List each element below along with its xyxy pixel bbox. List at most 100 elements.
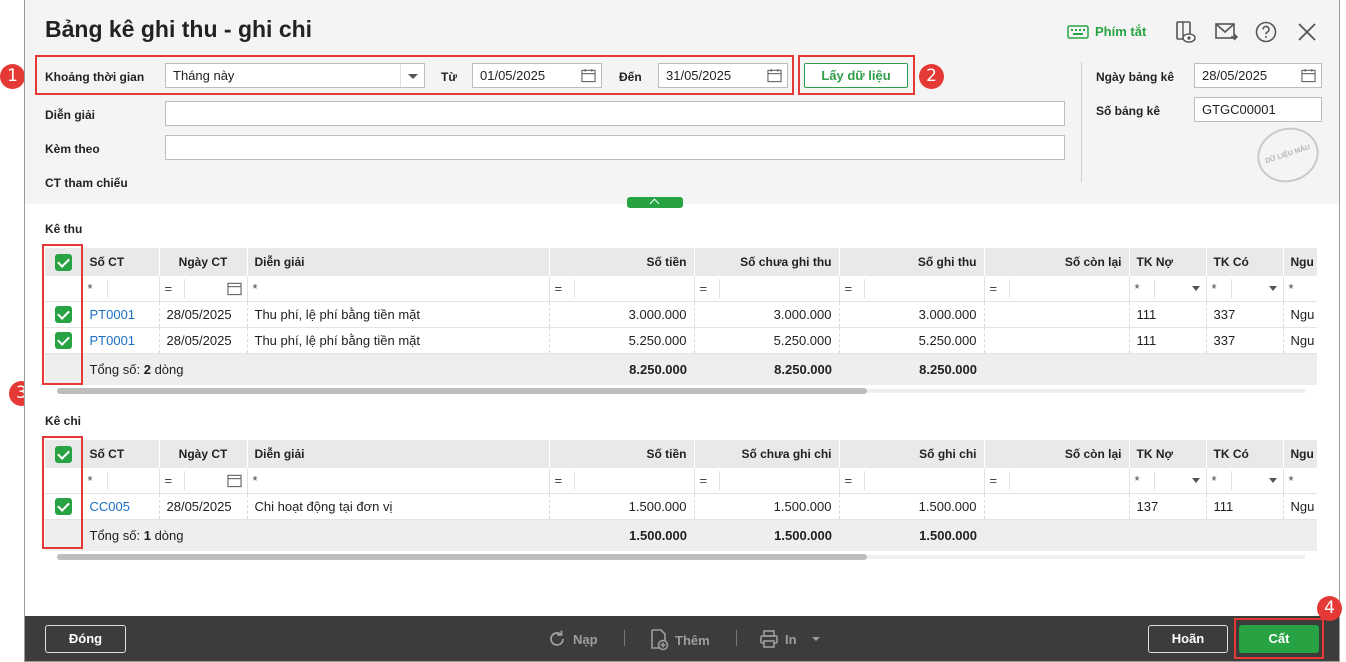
cell xyxy=(984,493,1130,520)
sample-data-stamp: DỮ LIỆU MẪU xyxy=(1250,119,1326,191)
cell: Thu phí, lệ phí bằng tiền mặt xyxy=(247,301,550,328)
cell: 1.500.000 xyxy=(549,493,695,520)
filter-input[interactable]: * xyxy=(82,468,160,494)
add-button[interactable]: Thêm xyxy=(649,629,710,651)
total-recorded: 1.500.000 xyxy=(839,519,984,551)
expense-grid: Số CT Ngày CT Diễn giải Số tiền Số chưa … xyxy=(45,440,1317,551)
col-header[interactable]: Diễn giải xyxy=(247,248,550,276)
filter-input[interactable]: * xyxy=(1206,468,1284,494)
help-icon[interactable] xyxy=(1254,20,1278,44)
voucher-link[interactable]: PT0001 xyxy=(82,301,160,328)
cell: 28/05/2025 xyxy=(159,327,248,354)
filter-input[interactable]: * xyxy=(1283,468,1317,494)
filter-input[interactable]: = xyxy=(549,276,695,302)
cell: 111 xyxy=(1206,493,1284,520)
statement-date-input[interactable]: 28/05/2025 xyxy=(1194,63,1322,88)
col-header[interactable]: Ngu xyxy=(1283,248,1317,276)
table-row[interactable]: PT0001 28/05/2025 Thu phí, lệ phí bằng t… xyxy=(45,327,1317,354)
filter-input[interactable]: * xyxy=(1129,468,1207,494)
filter-input[interactable]: = xyxy=(549,468,695,494)
chevron-down-icon[interactable] xyxy=(809,634,823,644)
printer-icon xyxy=(760,630,778,648)
expense-scrollbar[interactable] xyxy=(45,553,1317,561)
highlight-save xyxy=(1234,618,1324,659)
filter-input[interactable]: * xyxy=(82,276,160,302)
col-header[interactable]: TK Có xyxy=(1206,248,1284,276)
close-icon[interactable] xyxy=(1295,20,1319,44)
view-document-icon[interactable] xyxy=(1173,20,1197,44)
chevron-down-icon[interactable] xyxy=(1268,286,1277,291)
collapse-header-button[interactable] xyxy=(627,197,683,208)
chevron-down-icon[interactable] xyxy=(1268,478,1277,483)
filter-input[interactable]: * xyxy=(1283,276,1317,302)
attach-input[interactable] xyxy=(165,135,1065,160)
filter-input[interactable]: * xyxy=(247,276,550,302)
col-header[interactable]: Số tiền xyxy=(549,248,695,276)
keyboard-icon xyxy=(1067,24,1089,39)
highlight-get-data xyxy=(798,55,915,95)
filter-input[interactable]: = xyxy=(159,468,248,494)
col-header[interactable]: Ngày CT xyxy=(159,248,248,276)
filter-input[interactable]: = xyxy=(159,276,248,302)
filter-input[interactable]: * xyxy=(1129,276,1207,302)
dialog-title: Bảng kê ghi thu - ghi chi xyxy=(45,16,313,42)
income-header-row: Số CT Ngày CT Diễn giải Số tiền Số chưa … xyxy=(45,248,1317,276)
calendar-icon[interactable] xyxy=(226,281,242,296)
calendar-icon[interactable] xyxy=(1301,68,1316,83)
toolbar-separator xyxy=(624,630,625,646)
voucher-link[interactable]: PT0001 xyxy=(82,327,160,354)
voucher-link[interactable]: CC005 xyxy=(82,493,160,520)
scrollbar-thumb[interactable] xyxy=(57,554,867,560)
col-header[interactable]: TK Có xyxy=(1206,440,1284,468)
shortcut-button[interactable]: Phím tắt xyxy=(1067,24,1146,39)
add-label: Thêm xyxy=(675,632,710,648)
col-header[interactable]: Số chưa ghi thu xyxy=(694,248,840,276)
scrollbar-thumb[interactable] xyxy=(57,388,867,394)
description-input[interactable] xyxy=(165,101,1065,126)
print-button[interactable]: In xyxy=(759,629,823,649)
filter-input[interactable]: = xyxy=(839,276,985,302)
filter-input[interactable]: = xyxy=(839,468,985,494)
close-button[interactable]: Đóng xyxy=(45,625,126,653)
chevron-down-icon[interactable] xyxy=(1191,286,1200,291)
expense-header-row: Số CT Ngày CT Diễn giải Số tiền Số chưa … xyxy=(45,440,1317,468)
col-header[interactable]: Số còn lại xyxy=(984,248,1130,276)
col-header[interactable]: Số còn lại xyxy=(984,440,1130,468)
col-header[interactable]: Diễn giải xyxy=(247,440,550,468)
col-header[interactable]: TK Nợ xyxy=(1129,248,1207,276)
cell: Thu phí, lệ phí bằng tiền mặt xyxy=(247,327,550,354)
income-section-title: Kê thu xyxy=(45,222,83,236)
filter-input[interactable]: = xyxy=(984,468,1130,494)
table-row[interactable]: PT0001 28/05/2025 Thu phí, lệ phí bằng t… xyxy=(45,301,1317,328)
filter-input[interactable]: = xyxy=(984,276,1130,302)
header-divider xyxy=(1081,62,1082,182)
col-header[interactable]: Ngu xyxy=(1283,440,1317,468)
col-header[interactable]: TK Nợ xyxy=(1129,440,1207,468)
cancel-button[interactable]: Hoãn xyxy=(1148,625,1228,653)
email-send-icon[interactable] xyxy=(1214,20,1238,44)
table-row[interactable]: CC005 28/05/2025 Chi hoạt động tại đơn v… xyxy=(45,493,1317,520)
cell: Ngu xyxy=(1283,493,1317,520)
cell: 28/05/2025 xyxy=(159,493,248,520)
col-header[interactable]: Số chưa ghi chi xyxy=(694,440,840,468)
cell: 1.500.000 xyxy=(839,493,985,520)
col-header[interactable]: Số ghi chi xyxy=(839,440,985,468)
income-scrollbar[interactable] xyxy=(45,387,1317,395)
filter-input[interactable]: = xyxy=(694,468,840,494)
col-header[interactable]: Số ghi thu xyxy=(839,248,985,276)
total-count: Tổng số: 2 dòng xyxy=(82,353,549,385)
filter-input[interactable]: * xyxy=(247,468,550,494)
chevron-down-icon[interactable] xyxy=(1191,478,1200,483)
reload-button[interactable]: Nạp xyxy=(547,629,598,649)
col-header[interactable]: Số CT xyxy=(82,248,160,276)
cell: Chi hoạt động tại đơn vị xyxy=(247,493,550,520)
calendar-icon[interactable] xyxy=(226,473,242,488)
filter-input[interactable]: * xyxy=(1206,276,1284,302)
col-header[interactable]: Số CT xyxy=(82,440,160,468)
statement-number-input[interactable]: GTGC00001 xyxy=(1194,97,1322,122)
col-header[interactable]: Số tiền xyxy=(549,440,695,468)
col-header[interactable]: Ngày CT xyxy=(159,440,248,468)
income-total-row: Tổng số: 2 dòng 8.250.000 8.250.000 8.25… xyxy=(45,353,1317,385)
filter-input[interactable]: = xyxy=(694,276,840,302)
step-badge-4: 4 xyxy=(1317,596,1342,621)
